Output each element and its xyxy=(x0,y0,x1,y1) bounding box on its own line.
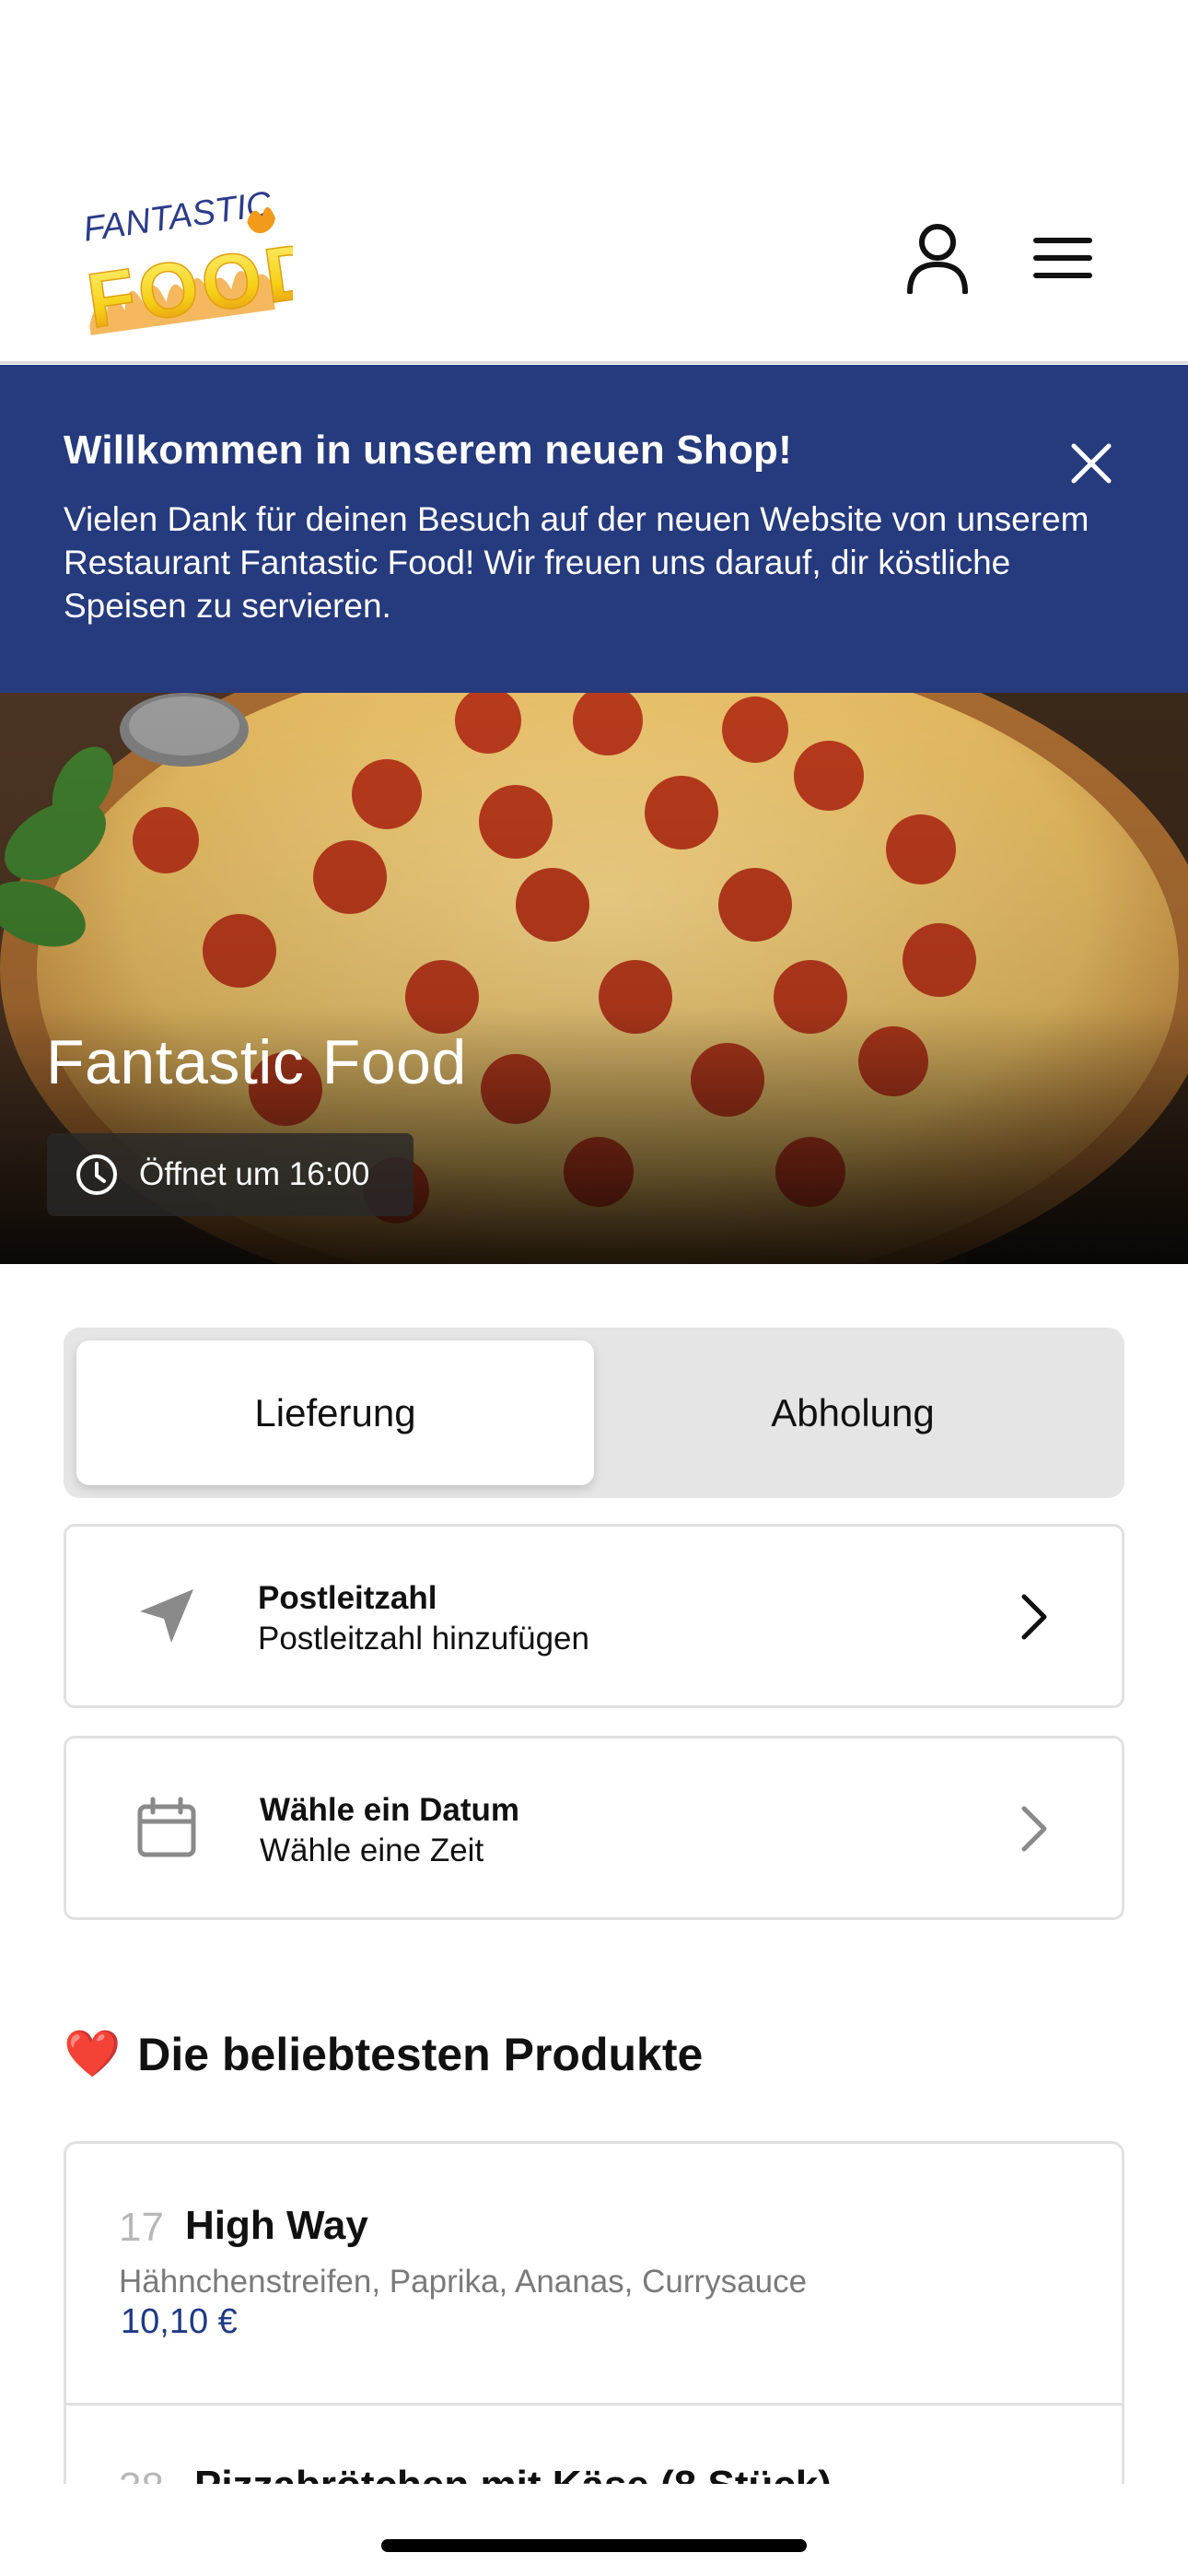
product-price: 10,10 € xyxy=(121,2302,238,2341)
tab-delivery[interactable]: Lieferung xyxy=(76,1341,594,1485)
banner-title: Willkommen in unserem neuen Shop! xyxy=(64,427,792,473)
date-picker-card[interactable]: Wähle ein Datum Wähle eine Zeit xyxy=(64,1736,1124,1920)
opening-hours-text: Öffnet um 16:00 xyxy=(139,1156,370,1192)
postal-code-title: Postleitzahl xyxy=(258,1580,437,1616)
product-item[interactable]: 17 High Way Hähnchenstreifen, Paprika, A… xyxy=(66,2144,1122,2406)
hamburger-menu-icon xyxy=(1033,238,1092,278)
tab-pickup[interactable]: Abholung xyxy=(594,1341,1112,1485)
hero-image: Fantastic Food Öffnet um 16:00 xyxy=(0,693,1188,1264)
popular-products-heading: ❤️ Die beliebtesten Produkte xyxy=(64,2027,703,2081)
heart-icon: ❤️ xyxy=(64,2028,122,2079)
home-indicator[interactable] xyxy=(381,2539,807,2552)
postal-code-subtitle: Postleitzahl hinzufügen xyxy=(258,1621,589,1657)
clock-icon xyxy=(76,1154,117,1195)
date-subtitle: Wähle eine Zeit xyxy=(260,1832,484,1868)
opening-hours-badge: Öffnet um 16:00 xyxy=(47,1133,413,1216)
page: FANTASTIC FOOD Willkommen in unserem neu xyxy=(0,0,1188,2576)
bottom-safe-area xyxy=(0,2484,1188,2576)
user-icon xyxy=(907,224,968,294)
calendar-icon xyxy=(134,1796,199,1860)
product-name: High Way xyxy=(185,2203,368,2248)
banner-close-button[interactable] xyxy=(1068,440,1114,486)
welcome-banner: Willkommen in unserem neuen Shop! Vielen… xyxy=(0,365,1188,693)
postal-code-card[interactable]: Postleitzahl Postleitzahl hinzufügen xyxy=(64,1524,1124,1708)
account-button[interactable] xyxy=(901,221,974,295)
restaurant-name: Fantastic Food xyxy=(46,1027,467,1097)
menu-button[interactable] xyxy=(1026,221,1100,295)
site-header: FANTASTIC FOOD xyxy=(0,157,1188,364)
chevron-right-icon xyxy=(1006,1801,1061,1856)
order-mode-toggle: Lieferung Abholung xyxy=(64,1328,1124,1498)
fantastic-food-logo[interactable]: FANTASTIC FOOD xyxy=(63,175,331,345)
location-arrow-icon xyxy=(134,1584,199,1648)
date-title: Wähle ein Datum xyxy=(260,1792,519,1828)
close-icon xyxy=(1071,443,1112,484)
banner-text: Vielen Dank für deinen Besuch auf der ne… xyxy=(64,500,1089,625)
popular-products-title: Die beliebtesten Produkte xyxy=(137,2028,704,2080)
product-number: 17 xyxy=(119,2205,164,2250)
product-description: Hähnchenstreifen, Paprika, Ananas, Curry… xyxy=(119,2264,808,2300)
chevron-right-icon xyxy=(1006,1589,1061,1645)
